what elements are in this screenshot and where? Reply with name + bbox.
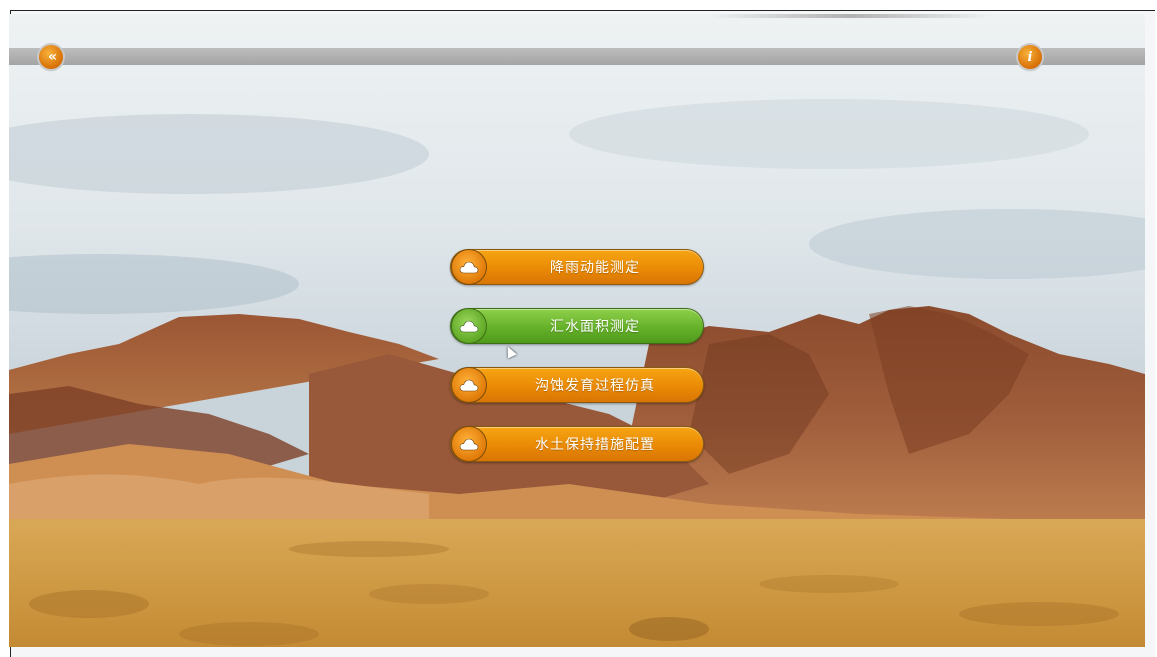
soil-conservation-config-button[interactable]: 水土保持措施配置 [450,426,704,462]
catchment-area-button[interactable]: 汇水面积测定 [450,308,704,344]
menu-item-label: 水土保持措施配置 [535,437,655,453]
cloud-icon [451,367,487,403]
cloud-icon [451,426,487,462]
cloud-icon [451,249,487,285]
menu-item-label: 汇水面积测定 [550,319,640,335]
menu-item-label: 降雨动能测定 [550,260,640,276]
experiment-menu: 降雨动能测定 汇水面积测定 沟蚀发育过程仿真 水土保持措施配置 [450,249,706,485]
info-button[interactable]: i [1018,45,1042,69]
cloud-icon [451,308,487,344]
back-button[interactable]: « [39,45,63,69]
gully-erosion-simulation-button[interactable]: 沟蚀发育过程仿真 [450,367,704,403]
menu-item-label: 沟蚀发育过程仿真 [535,378,655,394]
rainfall-energy-button[interactable]: 降雨动能测定 [450,249,704,285]
top-toolbar-strip [9,48,1145,65]
double-chevron-left-icon: « [47,49,57,65]
top-highlight-bar [710,14,990,18]
info-icon: i [1027,49,1033,65]
